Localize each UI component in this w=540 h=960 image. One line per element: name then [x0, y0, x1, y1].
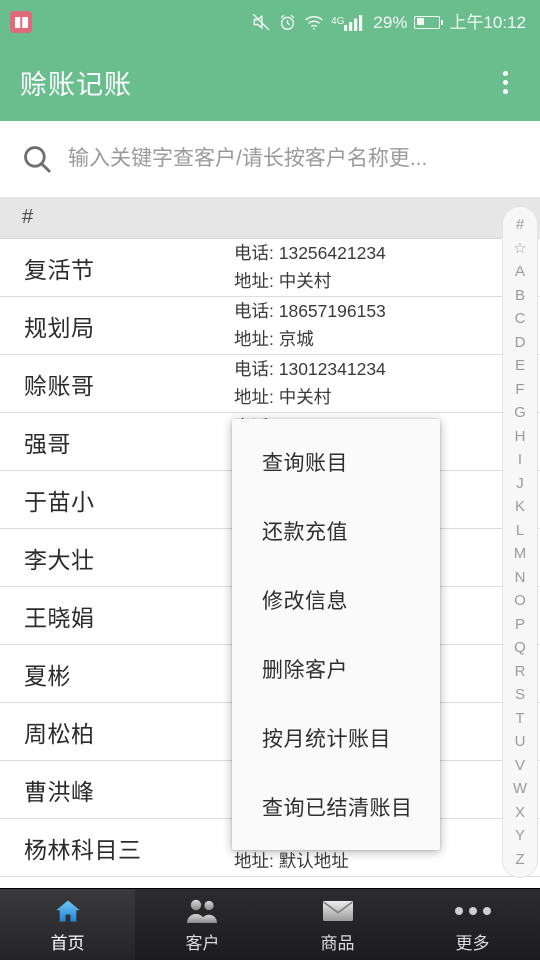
nav-item-customers[interactable]: 客户 — [135, 889, 270, 960]
index-letter[interactable]: R — [515, 664, 526, 679]
search-bar[interactable] — [0, 121, 540, 197]
index-letter[interactable]: E — [515, 358, 525, 373]
menu-item[interactable]: 删除客户 — [232, 638, 440, 700]
index-letter[interactable]: M — [514, 546, 527, 561]
customer-phone: 电话: 18657196153 — [234, 300, 386, 321]
customer-name: 杨林科目三 — [24, 836, 142, 863]
people-icon — [186, 896, 220, 926]
status-bar: 4G 29% 上午10:12 — [0, 0, 540, 44]
menu-item[interactable]: 查询已结清账目 — [232, 776, 440, 838]
nav-item-label: 更多 — [455, 933, 490, 953]
home-icon — [53, 896, 83, 926]
more-dots-icon — [454, 896, 491, 926]
search-icon — [20, 142, 54, 176]
index-letter[interactable]: T — [515, 711, 524, 726]
customer-address: 地址: 中关村 — [234, 387, 332, 407]
customer-address: 地址: 京城 — [234, 329, 314, 349]
network-type-label: 4G — [331, 16, 345, 27]
status-bar-right: 4G 29% 上午10:12 — [251, 12, 526, 32]
customer-name: 复活节 — [24, 256, 95, 283]
customer-name: 赊账哥 — [24, 372, 95, 399]
app-screen: 4G 29% 上午10:12 赊账记账 输入关键字查客户/请长按客户名称更...… — [0, 0, 540, 960]
envelope-icon — [322, 896, 354, 926]
index-letter[interactable]: # — [516, 217, 524, 232]
customer-phone: 电话: 13256421234 — [234, 242, 386, 263]
customer-name: 夏彬 — [24, 662, 71, 689]
index-letter[interactable]: A — [515, 264, 525, 279]
table-row[interactable]: 电话: 15001169276 — [0, 877, 540, 888]
index-letter[interactable]: Z — [515, 852, 524, 867]
index-letter[interactable]: G — [514, 405, 526, 420]
customer-address: 地址: 默认地址 — [234, 851, 349, 871]
battery-percent-label: 29% — [373, 12, 408, 32]
book-notification-icon — [10, 11, 32, 33]
section-header: # — [0, 197, 540, 239]
index-letter[interactable]: J — [516, 476, 524, 491]
overflow-menu-icon[interactable] — [488, 61, 522, 105]
index-letter[interactable]: ☆ — [513, 241, 526, 256]
customer-name: 周松柏 — [24, 720, 95, 747]
context-menu-dialog[interactable]: 查询账目还款充值修改信息删除客户按月统计账目 查询已结清账目 — [232, 419, 440, 850]
signal-icon: 4G — [331, 14, 366, 31]
menu-item[interactable]: 修改信息 — [232, 569, 440, 631]
page-title: 赊账记账 — [20, 70, 132, 100]
customer-detail: 电话: 18657196153 地址: 京城 — [234, 298, 386, 353]
table-row[interactable]: 规划局 电话: 18657196153 地址: 京城 — [0, 297, 540, 355]
customer-name: 于苗小 — [24, 488, 95, 515]
index-letter[interactable]: D — [515, 335, 526, 350]
customer-detail: 电话: 13256421234 地址: 中关村 — [234, 240, 386, 295]
nav-item-products[interactable]: 商品 — [270, 889, 405, 960]
table-row[interactable]: 赊账哥 电话: 13012341234 地址: 中关村 — [0, 355, 540, 413]
index-letter[interactable]: O — [514, 593, 526, 608]
customer-phone: 电话: 13012341234 — [234, 358, 386, 379]
index-letter[interactable]: C — [515, 311, 526, 326]
alarm-icon — [278, 13, 297, 32]
index-letter[interactable]: W — [513, 781, 527, 796]
customer-name: 强哥 — [24, 430, 71, 457]
clock-label: 上午10:12 — [449, 12, 526, 32]
menu-item[interactable]: 还款充值 — [232, 500, 440, 562]
status-bar-left — [10, 11, 32, 33]
index-letter[interactable]: Y — [515, 828, 525, 843]
index-letter[interactable]: N — [515, 570, 526, 585]
customer-name: 王晓娟 — [24, 604, 95, 631]
app-bar: 赊账记账 — [0, 44, 540, 121]
customer-name: 规划局 — [24, 314, 95, 341]
table-row[interactable]: 复活节 电话: 13256421234 地址: 中关村 — [0, 239, 540, 297]
alphabet-index-bar[interactable]: # ☆ A B C D E F G H I J K L M N O P Q R S T U V W X Y Z — [502, 206, 538, 878]
customer-detail: 电话: 13012341234 地址: 中关村 — [234, 356, 386, 411]
nav-item-label: 客户 — [185, 933, 220, 953]
index-letter[interactable]: Q — [514, 640, 526, 655]
customer-name: 李大壮 — [24, 546, 95, 573]
nav-item-label: 首页 — [50, 933, 85, 953]
search-input[interactable] — [68, 139, 524, 179]
index-letter[interactable]: I — [518, 452, 522, 467]
index-letter[interactable]: U — [515, 734, 526, 749]
customer-name: 曹洪峰 — [24, 778, 95, 805]
nav-item-more[interactable]: 更多 — [405, 889, 540, 960]
wifi-icon — [304, 14, 324, 31]
index-letter[interactable]: H — [515, 429, 526, 444]
section-header-label: # — [22, 206, 34, 228]
menu-item[interactable]: 按月统计账目 — [232, 707, 440, 769]
battery-icon — [414, 15, 444, 29]
mute-icon — [251, 12, 271, 32]
nav-item-home[interactable]: 首页 — [0, 889, 135, 960]
index-letter[interactable]: S — [515, 687, 525, 702]
index-letter[interactable]: V — [515, 758, 525, 773]
index-letter[interactable]: B — [515, 288, 525, 303]
index-letter[interactable]: P — [515, 617, 525, 632]
bottom-navigation[interactable]: 首页 客户 商品 更多 — [0, 888, 540, 960]
menu-item[interactable]: 查询账目 — [232, 431, 440, 493]
nav-item-label: 商品 — [320, 933, 355, 953]
index-letter[interactable]: L — [516, 523, 524, 538]
index-letter[interactable]: F — [515, 382, 524, 397]
index-letter[interactable]: K — [515, 499, 525, 514]
customer-address: 地址: 中关村 — [234, 271, 332, 291]
index-letter[interactable]: X — [515, 805, 525, 820]
